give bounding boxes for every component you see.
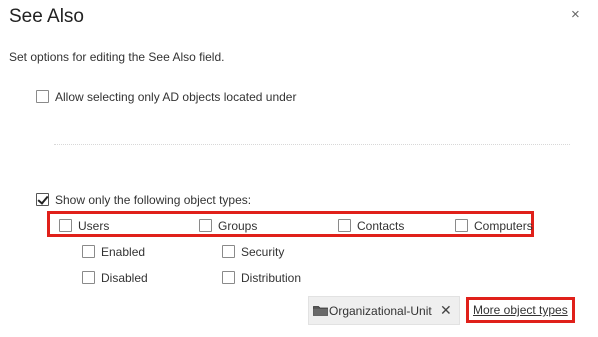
- users-label: Users: [78, 219, 110, 233]
- show-only-checkbox[interactable]: [36, 193, 49, 206]
- see-also-dialog: See Also × Set options for editing the S…: [0, 0, 598, 337]
- groups-label: Groups: [218, 219, 258, 233]
- computers-checkbox[interactable]: [455, 219, 468, 232]
- enabled-label: Enabled: [101, 245, 146, 259]
- close-icon[interactable]: ×: [571, 6, 580, 23]
- show-only-label: Show only the following object types:: [55, 193, 252, 207]
- more-object-types-link[interactable]: More object types: [473, 303, 568, 317]
- folder-icon: [313, 306, 328, 316]
- security-label: Security: [241, 245, 285, 259]
- distribution-label: Distribution: [241, 271, 302, 285]
- dialog-title: See Also: [9, 6, 84, 27]
- remove-chip-icon[interactable]: ✕: [440, 302, 452, 319]
- contacts-label: Contacts: [357, 219, 405, 233]
- users-checkbox[interactable]: [59, 219, 72, 232]
- allow-selecting-checkbox[interactable]: [36, 90, 49, 103]
- container-picker-placeholder: [54, 144, 570, 145]
- computers-label: Computers: [474, 219, 533, 233]
- security-checkbox[interactable]: [222, 245, 235, 258]
- disabled-label: Disabled: [101, 271, 148, 285]
- chip-label: Organizational-Unit: [329, 304, 432, 318]
- organizational-unit-chip: Organizational-Unit ✕: [308, 296, 460, 325]
- enabled-checkbox[interactable]: [82, 245, 95, 258]
- allow-selecting-label: Allow selecting only AD objects located …: [55, 90, 297, 104]
- contacts-checkbox[interactable]: [338, 219, 351, 232]
- dialog-description: Set options for editing the See Also fie…: [9, 50, 225, 64]
- disabled-checkbox[interactable]: [82, 271, 95, 284]
- distribution-checkbox[interactable]: [222, 271, 235, 284]
- groups-checkbox[interactable]: [199, 219, 212, 232]
